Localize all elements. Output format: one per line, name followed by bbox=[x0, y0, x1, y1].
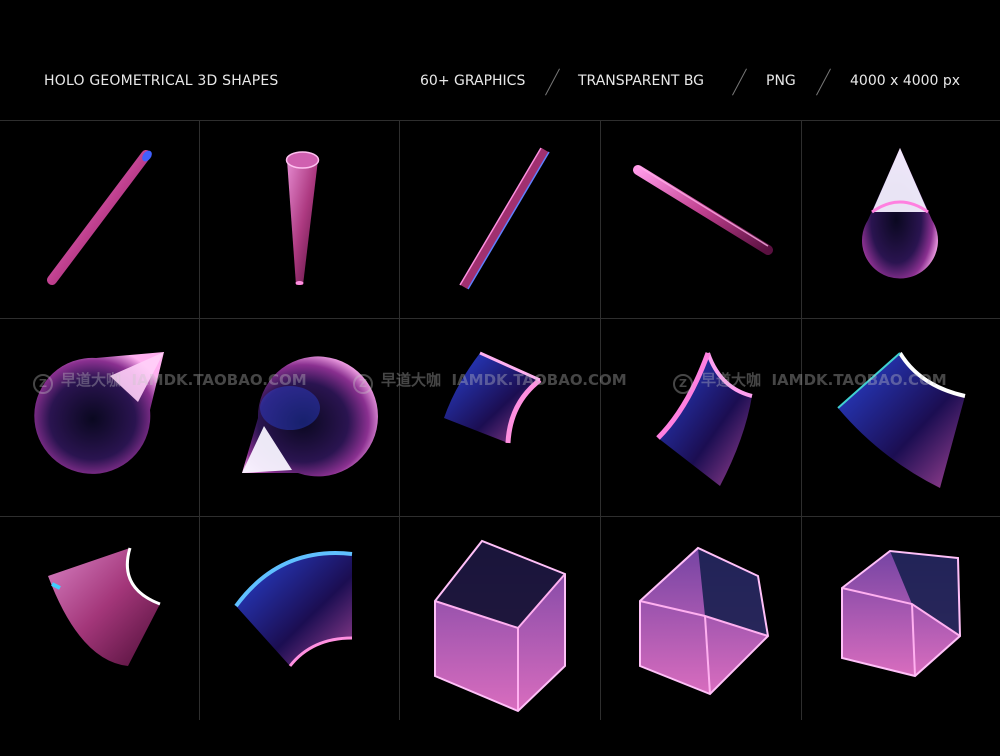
shape-tile[interactable] bbox=[800, 120, 1000, 318]
curved-slab-shape bbox=[48, 547, 161, 666]
shape-tile[interactable] bbox=[600, 120, 800, 318]
shape-tile[interactable] bbox=[800, 318, 1000, 516]
spec-background: TRANSPARENT BG bbox=[578, 73, 705, 89]
spec-graphics-count: 60+ GRAPHICS bbox=[420, 73, 526, 89]
shape-tile[interactable] bbox=[200, 318, 400, 516]
tapered-cone-shape bbox=[285, 151, 320, 285]
shape-grid bbox=[0, 120, 1000, 756]
shape-tile[interactable] bbox=[200, 516, 400, 714]
divider-slash bbox=[816, 68, 831, 96]
divider-slash bbox=[732, 68, 747, 96]
shape-tile[interactable] bbox=[0, 516, 200, 714]
curved-slab-shape bbox=[656, 352, 753, 486]
curved-arch-shape bbox=[234, 551, 353, 667]
curved-slab-shape bbox=[837, 351, 966, 488]
teardrop-shape bbox=[242, 356, 378, 477]
cube-shape bbox=[434, 539, 566, 713]
spec-list: 60+ GRAPHICS TRANSPARENT BG PNG 4000 x 4… bbox=[0, 68, 1000, 102]
shape-tile[interactable] bbox=[400, 120, 600, 318]
cube-shape bbox=[639, 546, 770, 696]
shape-tile[interactable] bbox=[800, 516, 1000, 714]
teardrop-shape bbox=[862, 148, 938, 279]
spec-format: PNG bbox=[766, 73, 796, 89]
shape-tile[interactable] bbox=[0, 120, 200, 318]
shape-tile[interactable] bbox=[600, 318, 800, 516]
spec-resolution: 4000 x 4000 px bbox=[850, 73, 961, 89]
shape-tile[interactable] bbox=[400, 516, 600, 714]
cube-shape bbox=[841, 549, 962, 678]
teardrop-shape bbox=[34, 352, 164, 474]
shape-tile[interactable] bbox=[0, 318, 200, 516]
square-rod-shape bbox=[459, 147, 550, 290]
cylinder-rod-shape bbox=[633, 165, 773, 255]
cylinder-rod-shape bbox=[47, 150, 152, 285]
shape-tile[interactable] bbox=[600, 516, 800, 714]
curved-slab-shape bbox=[444, 351, 542, 444]
shape-tile[interactable] bbox=[200, 120, 400, 318]
shape-tile[interactable] bbox=[400, 318, 600, 516]
header: HOLO GEOMETRICAL 3D SHAPES 60+ GRAPHICS … bbox=[0, 0, 1000, 120]
divider-slash bbox=[545, 68, 560, 96]
